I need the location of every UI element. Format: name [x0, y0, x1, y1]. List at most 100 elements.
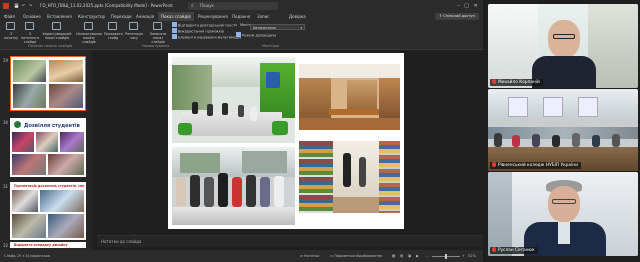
participant-name-label: Михайло Корпаній	[490, 79, 543, 86]
participant-name-label: Рівненський коледж НУБІП України	[490, 162, 581, 169]
monitor-value: Автоматично	[253, 26, 276, 30]
powerpoint-window: 💾 ↶ ↷ ГО_НТО_ПВЩ_11.02.2025.pptx [Compat…	[0, 0, 483, 262]
tab-design[interactable]: Конструктор	[78, 12, 105, 21]
record-show-button[interactable]: Записати показ слайдів	[146, 22, 170, 44]
search-placeholder: Пошук	[200, 3, 214, 8]
display-settings-button[interactable]: ▭ Параметри відображення	[330, 250, 382, 262]
thumbnail-number: 29	[3, 58, 9, 63]
thumbnail-photo	[12, 132, 34, 152]
notes-button[interactable]: ≡ Нотатки	[300, 250, 319, 262]
maximize-icon[interactable]: □	[464, 3, 469, 9]
group-start-slide-show: Початок показу слайдів	[28, 44, 73, 48]
redo-icon[interactable]: ↷	[29, 0, 32, 12]
group-monitors: Монітори	[262, 44, 280, 48]
notes-placeholder: Нотатки до слайда	[101, 239, 142, 244]
participant-name: Руслан Сеганюк	[498, 248, 535, 253]
hide-slide-icon	[108, 22, 117, 30]
play-icon	[6, 22, 15, 30]
close-icon[interactable]: ✕	[474, 3, 478, 9]
slide-thumbnail-31[interactable]: Презентація досягнень студентів, спеціал…	[10, 182, 86, 240]
hide-slide-label: Приховати слайд	[104, 32, 123, 40]
thumbnail-number: 31	[3, 184, 9, 189]
thumbnail-photo	[36, 132, 58, 152]
shirt	[558, 222, 570, 244]
play-narrations-label: Відтворити дикторський текст	[178, 23, 236, 28]
thumbnail-number: 30	[3, 120, 9, 125]
thumbnail-photo	[13, 84, 46, 108]
media-controls-checkbox[interactable]: Елементи керування мультимедіа	[172, 34, 241, 41]
notes-pane[interactable]: Нотатки до слайда	[97, 235, 483, 247]
tab-insert[interactable]: Вставлення	[47, 12, 72, 21]
slide-thumbnail-29[interactable]	[10, 56, 86, 111]
participant-tile-3[interactable]: Руслан Сеганюк	[488, 172, 638, 256]
rehearse-label: Репетиція часу	[125, 32, 143, 40]
presenter-view-checkbox[interactable]: Режим доповідача	[236, 32, 276, 39]
slide-thumbnail-32[interactable]: Відкриття осередку дизайну	[10, 242, 86, 248]
zoom-level[interactable]: 52%	[468, 250, 476, 262]
use-timings-label: Використання проміжків	[178, 29, 224, 34]
group-setup: Налаштування	[142, 44, 170, 48]
slide-sorter-icon[interactable]: ▤	[400, 250, 403, 262]
display-settings-label: Параметри відображення	[334, 254, 383, 258]
notes-button-label: Нотатки	[304, 254, 320, 258]
save-icon[interactable]: 💾	[14, 0, 19, 12]
zoom-in-icon[interactable]: +	[462, 250, 465, 262]
checkbox-checked-icon	[172, 28, 177, 33]
custom-show-button[interactable]: Користувацький показ слайдів	[41, 22, 73, 42]
monitor-select[interactable]: Автоматично ▾	[250, 24, 305, 30]
participant-name-label: Руслан Сеганюк	[490, 247, 538, 254]
tab-help[interactable]: Довідка	[289, 12, 306, 21]
participant-name: Рівненський коледж НУБІП України	[498, 163, 578, 168]
mic-muted-icon	[492, 247, 496, 252]
tab-view[interactable]: Подання	[232, 12, 250, 21]
timer-icon	[129, 22, 138, 30]
record-icon	[153, 22, 162, 30]
hide-slide-button[interactable]: Приховати слайд	[104, 22, 123, 42]
thumbnail-photo	[49, 60, 83, 82]
from-beginning-button[interactable]: З початку	[3, 22, 19, 42]
tab-review[interactable]: Рецензування	[198, 12, 228, 21]
thumbnail-photo	[49, 84, 83, 108]
tab-record[interactable]: Запис	[257, 12, 269, 21]
participant-tile-2[interactable]: Рівненський коледж НУБІП України	[488, 89, 638, 171]
thumbnail-title: Дозвілля студентів	[24, 123, 80, 129]
slide-thumbnail-30[interactable]: Дозвілля студентів	[10, 118, 86, 177]
setup-show-button[interactable]: Налаштування показу слайдів	[76, 22, 102, 44]
minimize-icon[interactable]: –	[457, 3, 460, 9]
zoom-slider-thumb[interactable]	[445, 253, 447, 259]
media-controls-label: Елементи керування мультимедіа	[178, 35, 242, 40]
thumbnail-photo	[48, 214, 84, 238]
current-slide[interactable]	[168, 53, 404, 229]
zoom-out-icon[interactable]: –	[426, 250, 428, 262]
thumbnail-photo	[40, 190, 84, 212]
slide-counter: Слайд 29 з 32	[4, 254, 30, 258]
students-group-photo	[172, 147, 295, 225]
thumbnail-photo	[60, 132, 84, 152]
participant-face	[548, 186, 580, 222]
rehearse-timings-button[interactable]: Репетиція часу	[124, 22, 144, 42]
mic-muted-icon	[492, 79, 496, 84]
thumbnail-photo	[13, 60, 46, 82]
document-title: ГО_НТО_ПВЩ_11.02.2025.pptx [Compatibilit…	[40, 3, 173, 8]
thumbnail-photo	[12, 214, 46, 238]
thumbnail-title: Презентація досягнень студентів, спеціал…	[14, 184, 84, 188]
reading-view-icon[interactable]: ▣	[408, 250, 411, 262]
from-beginning-label: З початку	[3, 32, 18, 40]
tab-transitions[interactable]: Переходи	[111, 12, 132, 21]
from-current-slide-button[interactable]: З поточного слайда	[21, 22, 39, 44]
undo-icon[interactable]: ↶	[22, 0, 25, 12]
tab-file[interactable]: Файл	[4, 12, 15, 21]
slideshow-view-icon[interactable]: ▶	[416, 250, 419, 262]
powerpoint-icon	[3, 3, 9, 9]
share-button[interactable]: ⇪ Спільний доступ	[435, 13, 479, 20]
search-box[interactable]: ⌕ Пошук	[188, 2, 278, 10]
glasses-icon	[553, 34, 575, 39]
thumbnail-number: 32	[3, 243, 9, 248]
tab-home[interactable]: Основне	[23, 12, 41, 21]
participant-tile-1[interactable]: Михайло Корпаній	[488, 4, 638, 88]
normal-view-icon[interactable]: ▦	[392, 250, 395, 262]
language-indicator[interactable]: українська	[30, 250, 50, 262]
tab-animations[interactable]: Анімація	[136, 12, 154, 21]
presenter-view-label: Режим доповідача	[242, 33, 277, 38]
library-photo	[172, 57, 295, 143]
